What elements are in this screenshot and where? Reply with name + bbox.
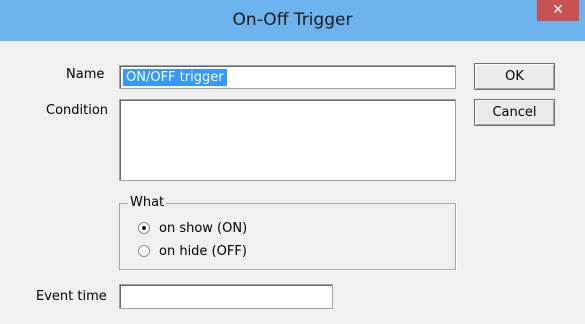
what-group-legend: What [128,195,167,211]
ok-button[interactable]: OK [474,63,555,90]
event-time-field[interactable] [119,284,333,309]
condition-label: Condition [46,103,109,118]
what-groupbox: What on show (ON) on hide (OFF) [119,195,456,270]
radio-on-hide[interactable]: on hide (OFF) [138,242,247,260]
dialog-body: Name ON/OFF trigger Condition OK Cancel … [0,41,585,324]
radio-label-on-hide: on hide (OFF) [159,243,247,259]
cancel-button[interactable]: Cancel [474,99,555,126]
name-value: ON/OFF trigger [123,69,227,86]
radio-label-on-show: on show (ON) [159,220,248,236]
close-button[interactable]: ✕ [537,0,579,21]
name-field[interactable]: ON/OFF trigger [119,65,456,89]
name-label: Name [66,67,105,82]
window-title: On-Off Trigger [232,10,353,30]
title-bar[interactable]: On-Off Trigger ✕ [0,0,585,41]
close-icon: ✕ [552,2,564,18]
radio-button-checked-icon[interactable] [138,222,150,234]
event-time-label: Event time [36,289,107,304]
radio-button-unchecked-icon[interactable] [138,245,150,257]
condition-field[interactable] [119,99,456,181]
radio-on-show[interactable]: on show (ON) [138,219,247,237]
